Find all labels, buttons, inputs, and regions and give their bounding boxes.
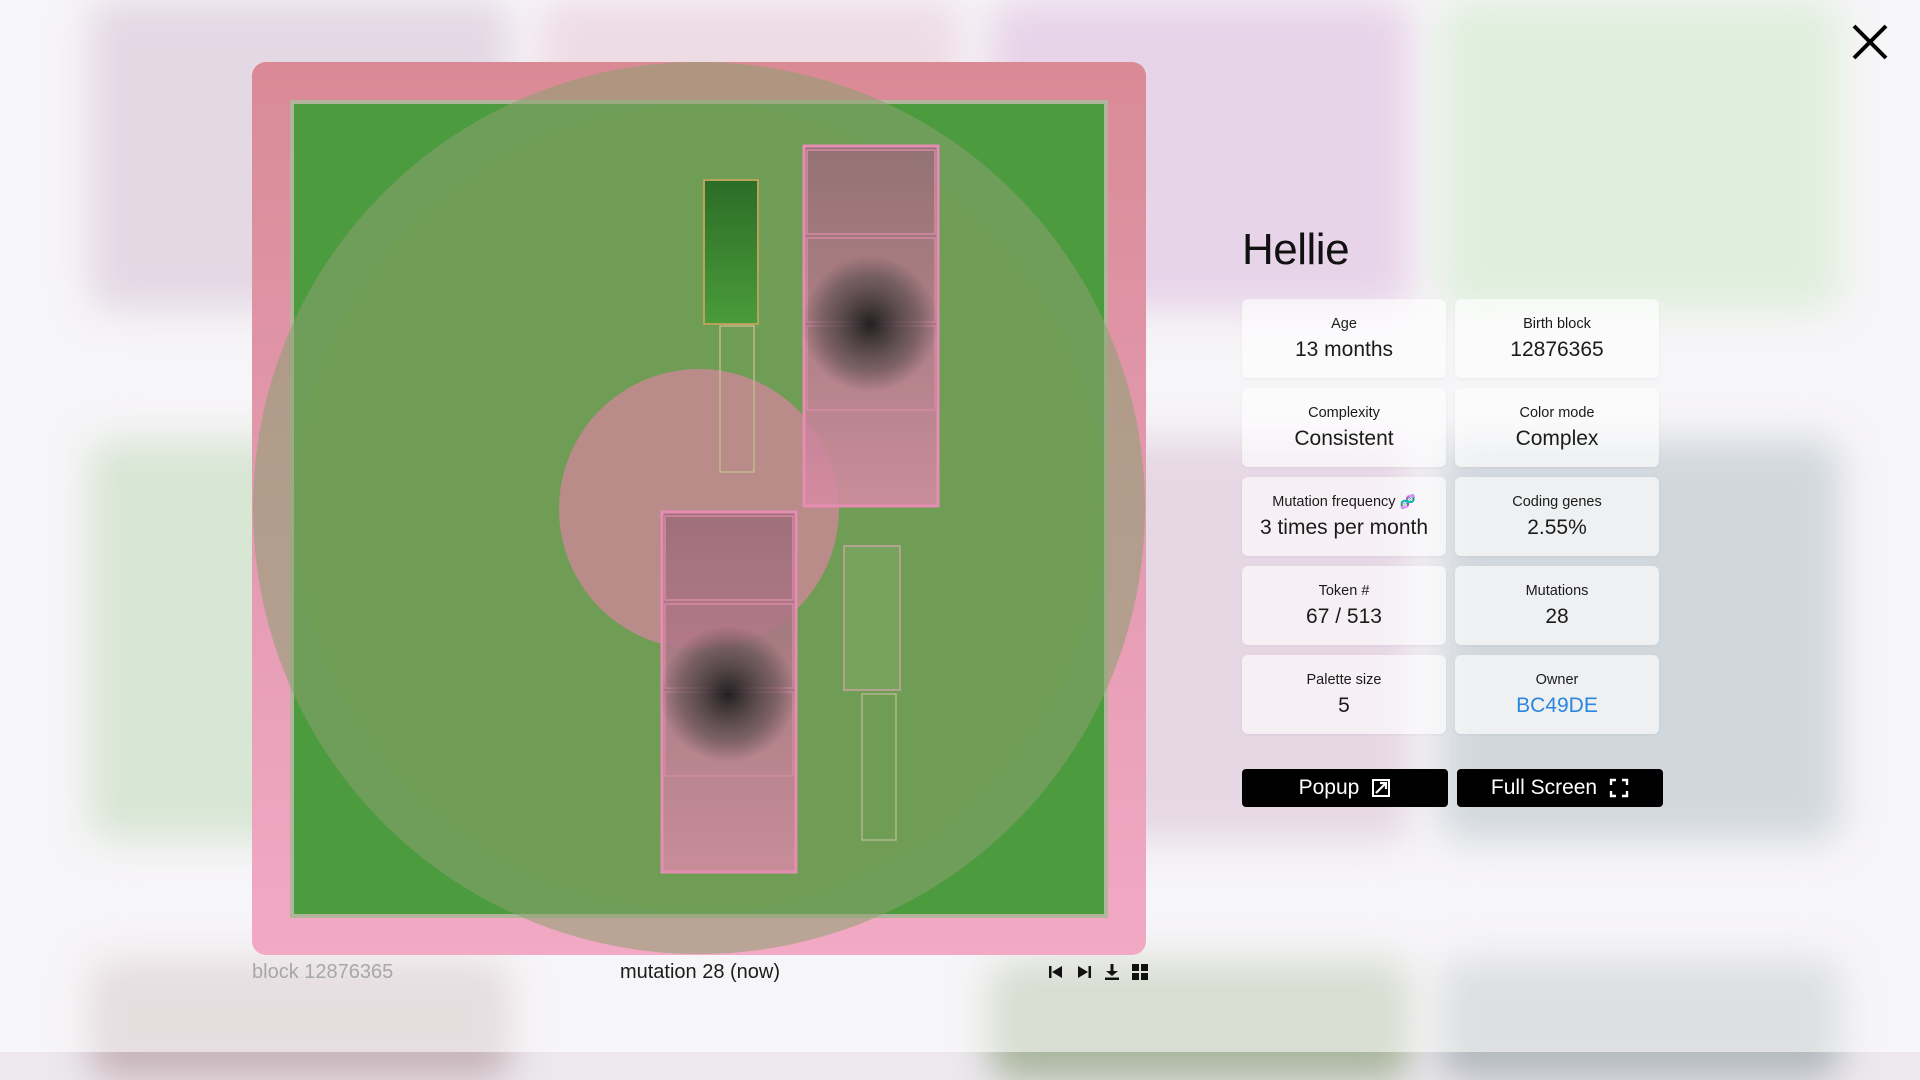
stat-value: Consistent [1294, 426, 1394, 450]
stat-value: Complex [1515, 426, 1599, 450]
step-forward-icon[interactable] [1075, 963, 1093, 981]
stat-value: 67 / 513 [1306, 604, 1382, 628]
mutation-caption: mutation 28 (now) [619, 961, 781, 983]
stats-grid: Age 13 months Birth block 12876365 Compl… [1242, 299, 1659, 734]
stat-value: 13 months [1294, 337, 1394, 361]
stat-value: 3 times per month [1259, 515, 1429, 539]
stat-card-birth-block: Birth block 12876365 [1455, 299, 1659, 378]
action-buttons: Popup Full Screen [1242, 769, 1663, 807]
stat-label: Complexity [1308, 404, 1380, 421]
stat-value: 5 [1338, 693, 1350, 717]
stat-label: Token # [1318, 582, 1370, 599]
stat-label: Owner [1535, 671, 1579, 688]
fullscreen-corners-icon [1609, 778, 1629, 798]
stat-label: Coding genes [1512, 493, 1602, 510]
stat-label: Mutations [1525, 582, 1589, 599]
stat-label: Birth block [1523, 315, 1591, 332]
block-caption: block 12876365 [252, 961, 394, 983]
popup-button[interactable]: Popup [1242, 769, 1448, 807]
expand-arrow-icon [1372, 779, 1391, 797]
stat-label: Mutation frequency [1272, 493, 1396, 510]
fullscreen-label: Full Screen [1490, 776, 1598, 799]
stat-card-color-mode: Color mode Complex [1455, 388, 1659, 467]
close-icon [1852, 24, 1888, 60]
stat-card-mutation-frequency: Mutation frequency 🧬 3 times per month [1242, 477, 1446, 556]
viewer-controls [1047, 963, 1149, 981]
stat-label: Palette size [1306, 671, 1382, 688]
grid-icon[interactable] [1131, 963, 1149, 981]
stat-label: Color mode [1519, 404, 1595, 421]
stat-card-token-number: Token # 67 / 513 [1242, 566, 1446, 645]
stat-card-complexity: Complexity Consistent [1242, 388, 1446, 467]
stat-card-palette-size: Palette size 5 [1242, 655, 1446, 734]
fullscreen-button[interactable]: Full Screen [1457, 769, 1663, 807]
stat-card-owner: Owner BC49DE [1455, 655, 1659, 734]
stat-card-age: Age 13 months [1242, 299, 1446, 378]
artwork-image [253, 62, 1145, 954]
artwork-canvas[interactable] [252, 62, 1146, 955]
dna-icon: 🧬 [1399, 493, 1416, 509]
download-icon[interactable] [1103, 963, 1121, 981]
owner-link[interactable]: BC49DE [1516, 694, 1598, 718]
stat-label-row: Mutation frequency 🧬 [1272, 494, 1416, 510]
stat-card-coding-genes: Coding genes 2.55% [1455, 477, 1659, 556]
stat-value: 28 [1545, 604, 1569, 628]
stat-value: 2.55% [1527, 515, 1587, 539]
skip-to-start-icon[interactable] [1047, 963, 1065, 981]
stat-value: 12876365 [1510, 337, 1604, 361]
stat-label: Age [1331, 315, 1357, 332]
popup-label: Popup [1298, 776, 1360, 799]
close-button[interactable] [1848, 20, 1892, 64]
token-name: Hellie [1242, 225, 1350, 274]
stat-card-mutations: Mutations 28 [1455, 566, 1659, 645]
